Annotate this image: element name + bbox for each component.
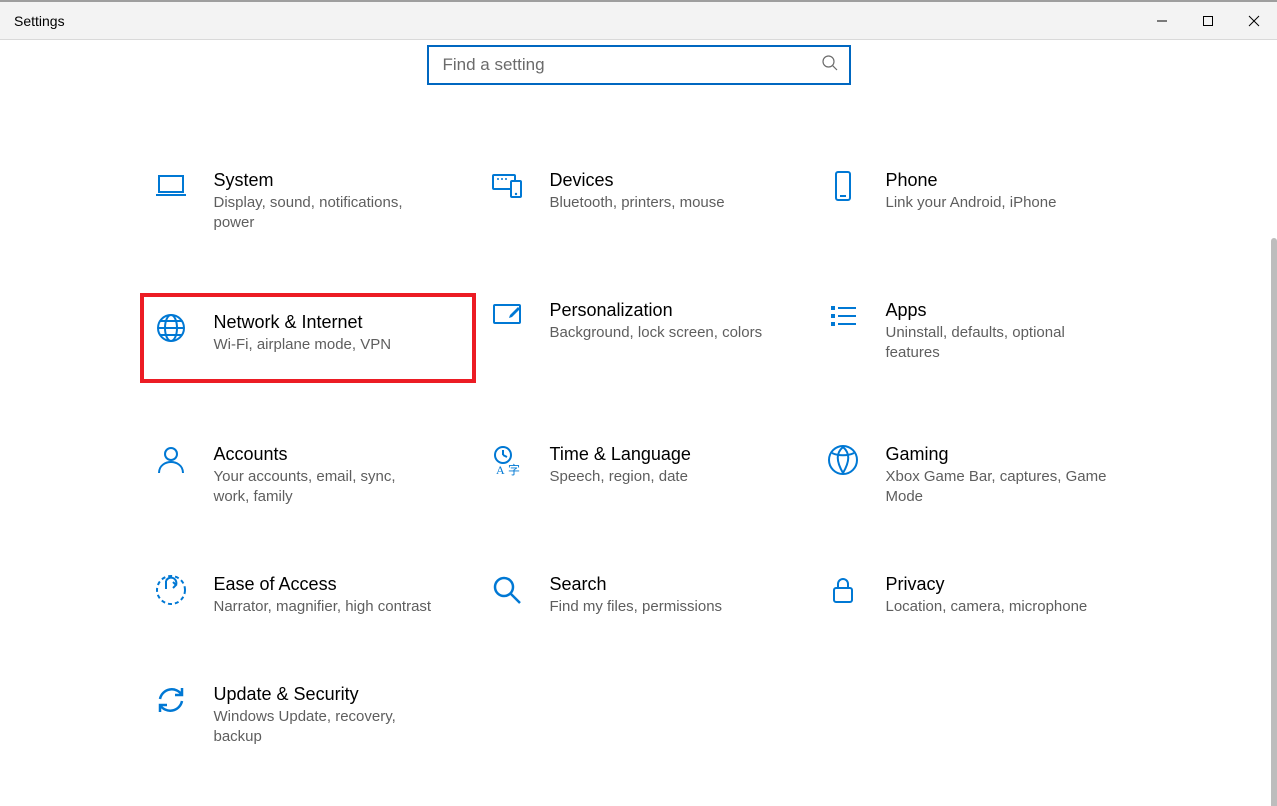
tile-desc: Link your Android, iPhone <box>886 193 1057 213</box>
scrollbar-thumb[interactable] <box>1271 238 1277 806</box>
maximize-icon <box>1202 15 1214 27</box>
tile-desc: Location, camera, microphone <box>886 597 1088 617</box>
tile-title: Search <box>550 573 723 595</box>
tile-desc: Uninstall, defaults, optional features <box>886 323 1108 363</box>
tile-desc: Windows Update, recovery, backup <box>214 707 436 747</box>
tile-desc: Wi-Fi, airplane mode, VPN <box>214 335 392 355</box>
tile-update-security[interactable]: Update & Security Windows Update, recove… <box>140 677 476 753</box>
privacy-icon <box>826 573 860 607</box>
window-title: Settings <box>14 13 65 29</box>
tile-title: Update & Security <box>214 683 436 705</box>
close-icon <box>1248 15 1260 27</box>
globe-icon <box>154 311 188 345</box>
update-icon <box>154 683 188 717</box>
tile-ease-of-access[interactable]: Ease of Access Narrator, magnifier, high… <box>140 567 476 623</box>
tile-accounts[interactable]: Accounts Your accounts, email, sync, wor… <box>140 437 476 513</box>
tile-personalization[interactable]: Personalization Background, lock screen,… <box>476 293 812 383</box>
accounts-icon <box>154 443 188 477</box>
gaming-icon <box>826 443 860 477</box>
search-container <box>0 40 1277 85</box>
tile-title: Devices <box>550 169 725 191</box>
tile-privacy[interactable]: Privacy Location, camera, microphone <box>812 567 1148 623</box>
tile-title: Accounts <box>214 443 436 465</box>
tile-apps[interactable]: Apps Uninstall, defaults, optional featu… <box>812 293 1148 383</box>
devices-icon <box>490 169 524 203</box>
search-category-icon <box>490 573 524 607</box>
tile-title: Personalization <box>550 299 763 321</box>
svg-text:字: 字 <box>508 462 520 477</box>
minimize-icon <box>1156 15 1168 27</box>
close-button[interactable] <box>1231 2 1277 39</box>
tile-title: Privacy <box>886 573 1088 595</box>
tile-desc: Narrator, magnifier, high contrast <box>214 597 432 617</box>
tile-desc: Find my files, permissions <box>550 597 723 617</box>
tile-desc: Bluetooth, printers, mouse <box>550 193 725 213</box>
tile-network[interactable]: Network & Internet Wi-Fi, airplane mode,… <box>140 293 476 383</box>
tile-title: Network & Internet <box>214 311 392 333</box>
minimize-button[interactable] <box>1139 2 1185 39</box>
tile-title: Apps <box>886 299 1108 321</box>
tile-devices[interactable]: Devices Bluetooth, printers, mouse <box>476 163 812 239</box>
tile-system[interactable]: System Display, sound, notifications, po… <box>140 163 476 239</box>
tile-gaming[interactable]: Gaming Xbox Game Bar, captures, Game Mod… <box>812 437 1148 513</box>
search-input[interactable] <box>441 54 821 76</box>
search-icon <box>821 54 839 77</box>
tile-desc: Your accounts, email, sync, work, family <box>214 467 436 507</box>
time-language-icon: A字 <box>490 443 524 477</box>
svg-text:A: A <box>496 463 505 477</box>
tile-desc: Speech, region, date <box>550 467 691 487</box>
window-controls <box>1139 2 1277 39</box>
tile-title: Gaming <box>886 443 1108 465</box>
maximize-button[interactable] <box>1185 2 1231 39</box>
search-box[interactable] <box>427 45 851 85</box>
tile-title: Time & Language <box>550 443 691 465</box>
category-grid: System Display, sound, notifications, po… <box>134 163 1144 753</box>
tile-phone[interactable]: Phone Link your Android, iPhone <box>812 163 1148 239</box>
tile-desc: Background, lock screen, colors <box>550 323 763 343</box>
tile-title: Phone <box>886 169 1057 191</box>
tile-desc: Display, sound, notifications, power <box>214 193 436 233</box>
personalize-icon <box>490 299 524 333</box>
apps-icon <box>826 299 860 333</box>
tile-title: Ease of Access <box>214 573 432 595</box>
ease-of-access-icon <box>154 573 188 607</box>
titlebar: Settings <box>0 2 1277 40</box>
tile-desc: Xbox Game Bar, captures, Game Mode <box>886 467 1108 507</box>
tile-search[interactable]: Search Find my files, permissions <box>476 567 812 623</box>
tile-time-language[interactable]: A字 Time & Language Speech, region, date <box>476 437 812 513</box>
tile-title: System <box>214 169 436 191</box>
content-area: System Display, sound, notifications, po… <box>0 40 1277 806</box>
phone-icon <box>826 169 860 203</box>
laptop-icon <box>154 169 188 203</box>
